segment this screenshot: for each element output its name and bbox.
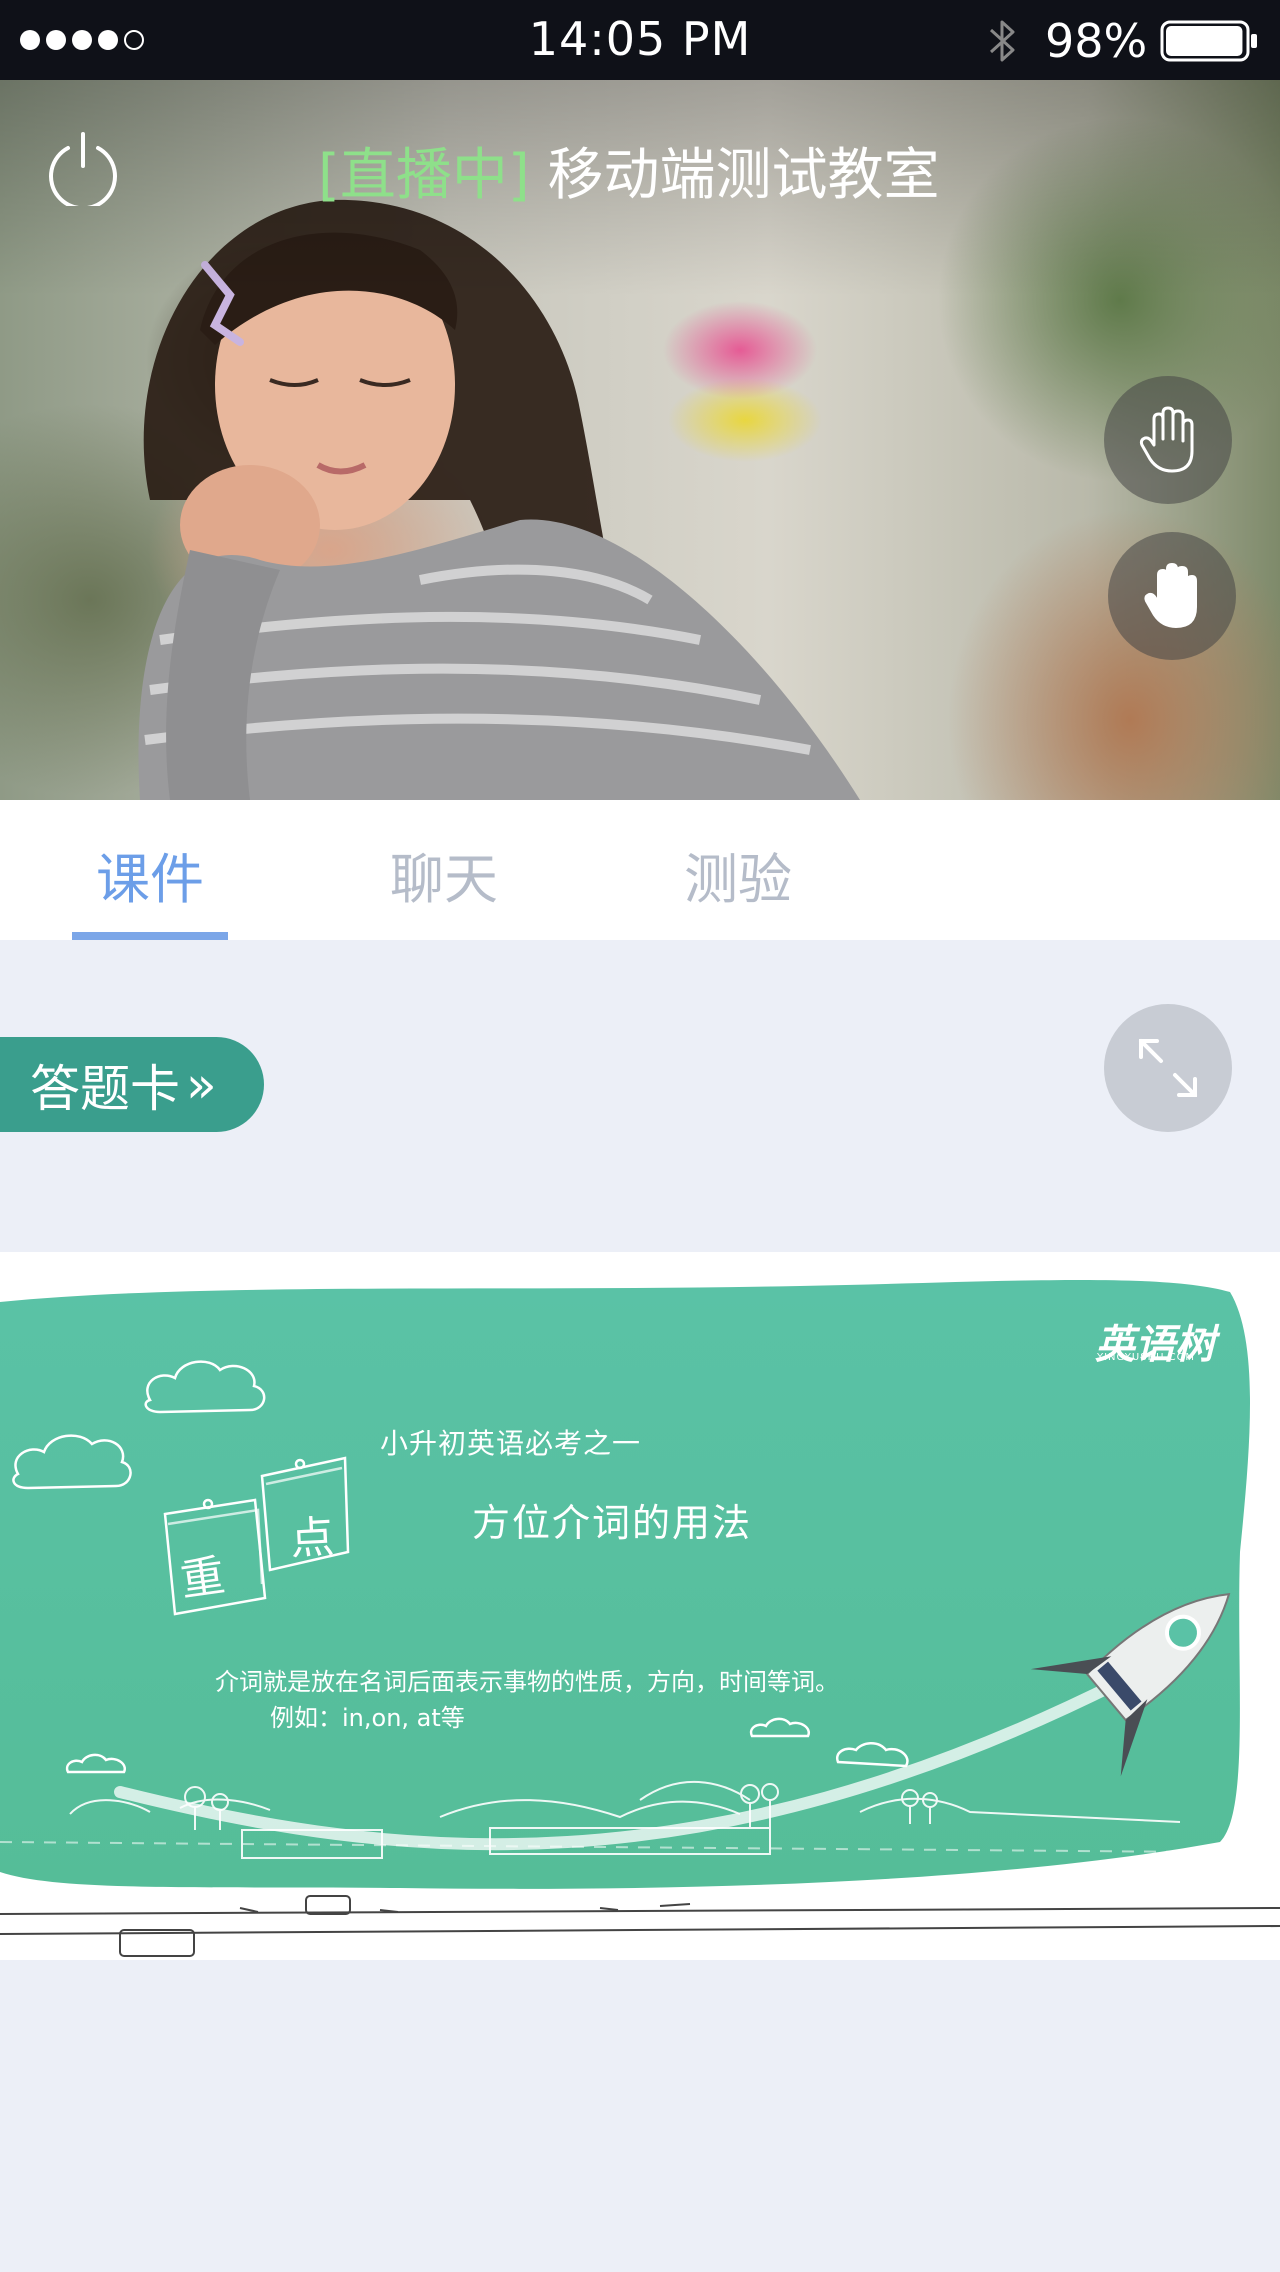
status-bar: 14:05 PM 98% [0, 0, 1280, 80]
fullscreen-button[interactable] [1104, 1004, 1232, 1132]
hand-down-button[interactable] [1108, 532, 1236, 660]
answer-card-label: 答题卡 [30, 1059, 180, 1118]
note-char-point: 点 [288, 1511, 336, 1566]
tab-quiz[interactable]: 测验 [658, 835, 818, 914]
video-title: [直播中] 移动端测试教室 [318, 130, 940, 211]
slide-subtitle: 小升初英语必考之一 [380, 1427, 642, 1460]
note-char-key: 重 [177, 1550, 228, 1607]
courseware-slide[interactable]: 英语树 YINGYUSHU.COM 小升初英语必考之一 方位介词的用法 重 点 … [0, 1252, 1280, 1960]
slide-example: 例如：in,on, at等 [270, 1704, 465, 1732]
battery-percentage: 98% [1045, 14, 1148, 68]
bluetooth-icon [989, 20, 1015, 62]
answer-card-button[interactable]: 答题卡 » [0, 1037, 264, 1132]
raise-hand-outline-icon [1139, 406, 1194, 473]
tab-courseware[interactable]: 课件 [70, 835, 230, 914]
slide-description: 介词就是放在名词后面表示事物的性质，方向，时间等词。 [215, 1668, 839, 1696]
slide-title: 方位介词的用法 [472, 1501, 753, 1545]
expand-icon [1139, 1039, 1197, 1097]
room-title: 移动端测试教室 [547, 143, 940, 208]
slide-logo-url: YINGYUSHU.COM [1097, 1352, 1196, 1363]
tab-bar: 课件 聊天 测验 [0, 800, 1280, 940]
live-status-tag: [直播中] [318, 143, 530, 208]
tab-chat[interactable]: 聊天 [364, 835, 524, 914]
active-tab-indicator [72, 932, 228, 940]
raise-hand-button[interactable] [1104, 376, 1232, 504]
raise-hand-filled-icon [1144, 563, 1197, 628]
live-video[interactable]: [直播中] 移动端测试教室 [0, 80, 1280, 800]
battery-icon [1160, 20, 1257, 62]
power-icon[interactable] [46, 130, 120, 206]
double-chevron-right-icon: » [186, 1055, 217, 1114]
